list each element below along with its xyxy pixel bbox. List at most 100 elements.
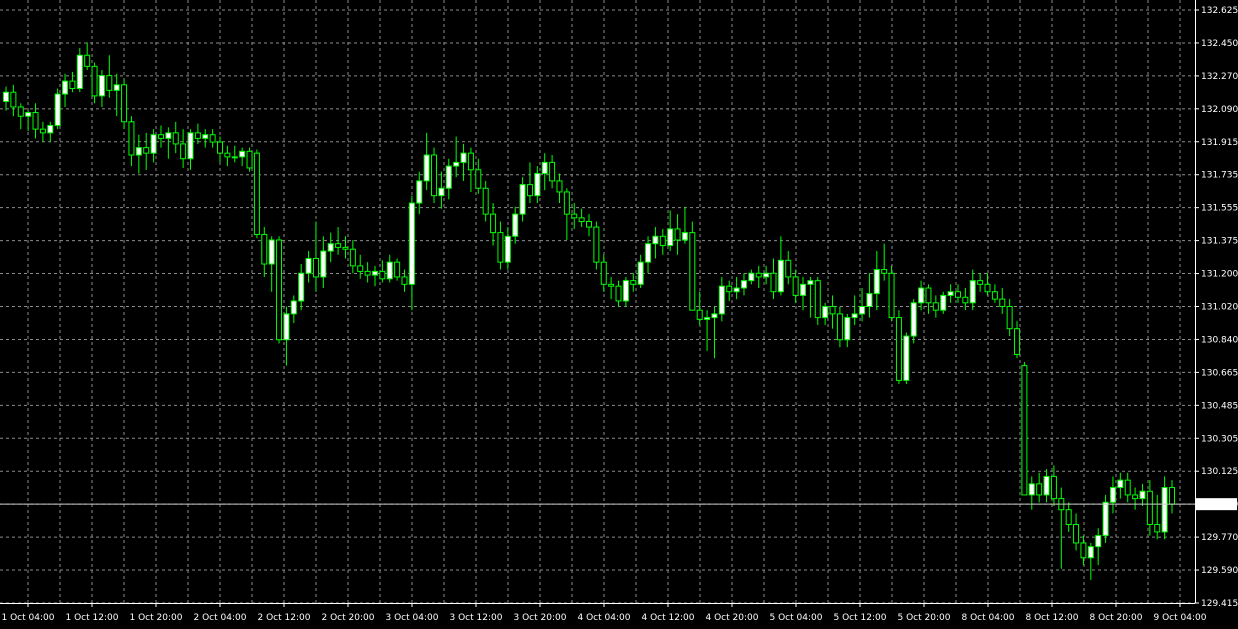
candle-body <box>276 239 283 341</box>
candle-body <box>740 280 747 289</box>
candle-body <box>674 228 681 241</box>
candle-body <box>593 226 600 263</box>
candle-body <box>1102 501 1109 537</box>
candle-body <box>231 156 238 159</box>
candle <box>888 265 895 322</box>
candle-body <box>165 132 172 139</box>
candle-body <box>25 112 32 117</box>
candle <box>121 79 128 130</box>
candle-body <box>460 152 467 163</box>
candle-body <box>283 313 290 341</box>
candle-body <box>335 243 342 248</box>
y-tick-label: 131.375 <box>1201 237 1238 247</box>
candle-body <box>224 152 231 158</box>
candle-body <box>770 272 777 293</box>
y-tick-label: 131.555 <box>1201 204 1238 214</box>
x-tick-label: 3 Oct 12:00 <box>450 613 503 623</box>
candle <box>814 276 821 325</box>
candle-body <box>327 243 334 252</box>
candle-body <box>1132 494 1139 500</box>
candle-body <box>10 91 17 108</box>
x-tick-label: 2 Oct 20:00 <box>322 613 375 623</box>
candle-body <box>1139 490 1146 500</box>
candle-body <box>1073 523 1080 544</box>
candle-body <box>32 112 39 130</box>
candle-body <box>814 280 821 319</box>
candle-body <box>859 306 866 315</box>
candle-body <box>504 235 511 263</box>
candle-body <box>1050 475 1057 500</box>
candle-body <box>785 259 792 278</box>
candle-body <box>711 313 718 319</box>
candlestick-chart: 129.950 132.625 132.450 132.270 132.090 131.… <box>0 0 1238 629</box>
candle-body <box>17 106 24 117</box>
candle-body <box>475 169 482 189</box>
candle-body <box>342 246 349 250</box>
candle-body <box>1109 487 1116 503</box>
candle-body <box>416 180 423 204</box>
candle-body <box>1021 365 1028 496</box>
candle-body <box>445 165 452 189</box>
candle-body <box>630 280 637 285</box>
candle-body <box>194 132 201 139</box>
candle-body <box>667 228 674 247</box>
candle-body <box>1095 535 1102 548</box>
candle-body <box>320 250 327 278</box>
y-tick-label: 131.200 <box>1201 270 1238 280</box>
x-tick-label: 8 Oct 12:00 <box>1026 613 1079 623</box>
candle <box>593 221 600 270</box>
candle-body <box>39 128 46 134</box>
candle <box>253 149 260 239</box>
candle <box>394 258 401 281</box>
candle-body <box>1043 475 1050 496</box>
candle-body <box>150 134 157 154</box>
candle-body <box>357 265 364 272</box>
candle-body <box>423 154 430 182</box>
candle-body <box>954 291 961 298</box>
y-tick-label: 131.735 <box>1201 171 1238 181</box>
candle-body <box>910 302 917 337</box>
candle-body <box>98 75 105 97</box>
candle-body <box>1065 509 1072 525</box>
candle-body <box>91 65 98 97</box>
candle-body <box>622 280 629 302</box>
candle-body <box>829 306 836 315</box>
y-tick-label: 131.020 <box>1201 303 1238 313</box>
candle-body <box>689 232 696 311</box>
y-tick-label: 130.125 <box>1201 467 1238 477</box>
candle-body <box>733 287 740 293</box>
y-tick-label: 130.840 <box>1201 335 1238 345</box>
candle-body <box>349 248 356 267</box>
candle-body <box>1117 479 1124 489</box>
x-tick-label: 8 Oct 20:00 <box>1090 613 1143 623</box>
candle-body <box>873 269 880 295</box>
x-tick-label: 8 Oct 04:00 <box>962 613 1015 623</box>
chart-container: 129.950 132.625 132.450 132.270 132.090 131.… <box>0 0 1238 629</box>
candle <box>689 221 696 311</box>
candle-body <box>696 309 703 320</box>
candle-body <box>991 291 998 300</box>
y-tick-label: 132.090 <box>1201 105 1238 115</box>
candle-body <box>394 261 401 278</box>
candle-body <box>202 134 209 139</box>
candle-body <box>490 213 497 234</box>
candle-body <box>704 317 711 320</box>
candle-body <box>187 132 194 160</box>
y-tick-label: 131.915 <box>1201 138 1238 148</box>
x-tick-label: 5 Oct 12:00 <box>834 613 887 623</box>
x-tick-label: 1 Oct 12:00 <box>66 613 119 623</box>
candle-body <box>681 232 688 241</box>
x-tick-label: 3 Oct 04:00 <box>386 613 439 623</box>
candle-body <box>1028 483 1035 496</box>
candle-body <box>482 187 489 215</box>
candle-body <box>135 147 142 156</box>
y-tick-label: 129.950 <box>1201 500 1238 510</box>
candle-body <box>157 134 164 139</box>
candle-body <box>54 93 61 126</box>
candle-body <box>526 184 533 197</box>
candle-body <box>541 161 548 174</box>
candle-body <box>172 132 179 145</box>
candle-body <box>209 134 216 143</box>
candle-body <box>947 291 954 296</box>
candle-body <box>962 296 969 304</box>
